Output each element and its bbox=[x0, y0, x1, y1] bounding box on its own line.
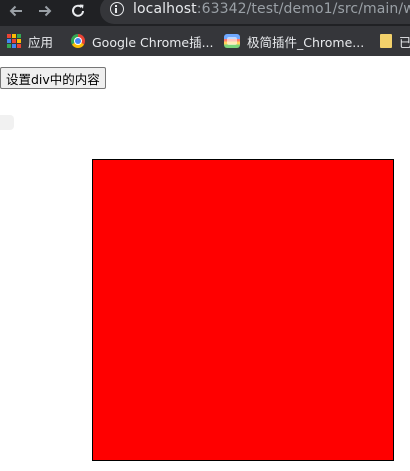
browser-toolbar: localhost:63342/test/demo1/src/main/weba… bbox=[0, 0, 410, 26]
apps-grid-icon bbox=[7, 34, 21, 48]
bookmark-label: Google Chrome插... bbox=[92, 34, 214, 50]
chrome-logo-icon bbox=[71, 34, 85, 48]
red-box bbox=[92, 159, 394, 461]
bookmark-apps[interactable]: 应用 bbox=[7, 26, 53, 56]
url-path: :63342/test/demo1/src/main/webapp bbox=[196, 1, 410, 17]
url-text[interactable]: localhost:63342/test/demo1/src/main/weba… bbox=[133, 1, 410, 17]
url-host: localhost bbox=[133, 1, 197, 17]
forward-button[interactable] bbox=[34, 0, 56, 22]
reload-icon bbox=[72, 4, 84, 17]
folder-icon bbox=[380, 34, 392, 48]
bookmarks-bar: 应用 Google Chrome插... 极简插件_Chrome... 已 bbox=[0, 26, 410, 56]
bookmark-folder[interactable]: 已 bbox=[380, 26, 410, 56]
info-icon[interactable] bbox=[110, 2, 124, 16]
bookmark-label: 极简插件_Chrome... bbox=[247, 34, 365, 50]
back-button[interactable] bbox=[5, 0, 27, 22]
reload-button[interactable] bbox=[67, 0, 89, 22]
address-bar[interactable]: localhost:63342/test/demo1/src/main/weba… bbox=[100, 0, 410, 24]
content-div bbox=[0, 115, 14, 130]
back-arrow-icon bbox=[9, 5, 22, 17]
bookmark-label: 已 bbox=[399, 34, 410, 50]
bookmark-label: 应用 bbox=[28, 34, 54, 50]
rainbow-logo-icon bbox=[224, 34, 240, 48]
bookmark-google-chrome-plugins[interactable]: Google Chrome插... bbox=[71, 26, 214, 56]
set-div-content-button[interactable]: 设置div中的内容 bbox=[0, 67, 106, 89]
forward-arrow-icon bbox=[39, 5, 52, 17]
bookmark-jijian-plugins[interactable]: 极简插件_Chrome... bbox=[224, 26, 364, 56]
